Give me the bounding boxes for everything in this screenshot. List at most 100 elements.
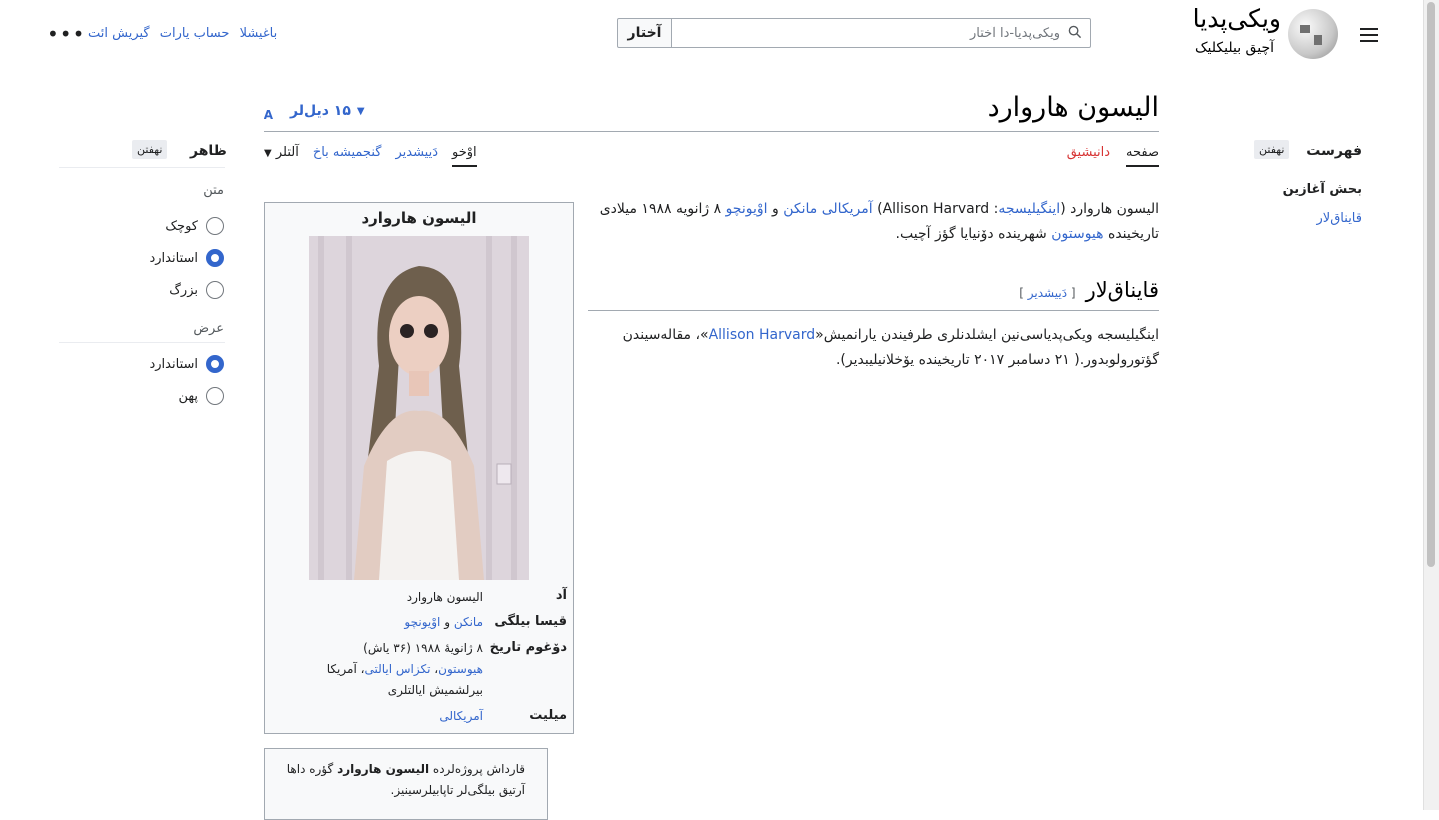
section-heading-references: قایناق‌لار [ دَییشدیر ]: [1019, 278, 1159, 302]
link-houston[interactable]: هیوستون: [1051, 226, 1103, 242]
width-wide[interactable]: پهن: [178, 387, 224, 405]
toc-heading: فهرست: [1306, 143, 1362, 159]
radio-label: استاندارد: [149, 356, 198, 372]
search-form: آختار: [617, 18, 1092, 48]
view-tabs: اوْخو دَییشدیر گنجمیشه باخ آلتلر ▼: [264, 145, 477, 167]
appearance-heading: ظاهر: [190, 143, 227, 159]
language-button[interactable]: ▼ ۱۵ دیل‌لر 文 A: [264, 102, 365, 120]
main-menu-button[interactable]: [1358, 24, 1380, 44]
link-allison-harvard-en[interactable]: Allison Harvard: [709, 327, 816, 343]
text: الیسون هاروارد (: [1060, 201, 1159, 217]
create-account-link[interactable]: حساب یارات: [160, 26, 230, 41]
references-paragraph: اینگیلیسجه ویکی‌پدیاسی‌نین ایشلدنلری طرف…: [584, 323, 1159, 373]
text-size-label: متن: [203, 183, 224, 198]
section-title: قایناق‌لار: [1085, 278, 1159, 302]
personal-tools: باغیشلا حساب یارات گیریش ائت: [82, 26, 277, 41]
search-button[interactable]: آختار: [617, 18, 672, 48]
tab-read[interactable]: اوْخو: [452, 145, 477, 167]
scrollbar-thumb[interactable]: [1427, 2, 1435, 567]
radio-icon[interactable]: [206, 281, 224, 299]
link-model[interactable]: مانکن: [783, 201, 817, 217]
divider: [59, 342, 225, 343]
radio-selected-icon[interactable]: [206, 249, 224, 267]
link-texas[interactable]: تکزاس ایالتی: [364, 662, 430, 676]
translate-icon: 文 A: [264, 102, 274, 120]
text: قارداش پروژه‌لرده: [429, 762, 525, 776]
search-box[interactable]: [671, 18, 1091, 48]
toc-hide-button[interactable]: نهفتن: [1254, 140, 1290, 159]
link-american[interactable]: آمریکالی: [822, 201, 873, 217]
birth-date: ۸ ژانویهٔ ۱۹۸۸ (۳۶ یاش): [363, 641, 483, 655]
link-houston[interactable]: هیوستون: [438, 662, 483, 676]
text: و: [767, 201, 784, 217]
svg-text:A: A: [264, 108, 274, 120]
site-tagline: آچیق بیلیکلیک: [1195, 40, 1274, 56]
chevron-down-icon: ▼: [264, 148, 272, 159]
text-size-large[interactable]: بزرگ: [169, 281, 224, 299]
namespace-tabs: صفحه دانیشیق: [1067, 145, 1159, 167]
infobox-value-short-info: مانکن و اوْیونچو: [404, 612, 483, 633]
text: : Allison Harvard): [872, 201, 999, 217]
infobox-value-name: الیسون هاروارد: [406, 590, 483, 604]
width-standard[interactable]: استاندارد: [149, 355, 224, 373]
hamburger-line: [1360, 28, 1378, 30]
link-model[interactable]: مانکن: [454, 615, 483, 629]
infobox-label-short-info: قیسا بیلگی: [494, 614, 567, 629]
login-link[interactable]: گیریش ائت: [88, 26, 150, 41]
section-edit-link[interactable]: [ دَییشدیر ]: [1019, 286, 1075, 300]
infobox-title: الیسون هاروارد: [361, 209, 477, 227]
link-actor[interactable]: اوْیونچو: [404, 615, 440, 629]
chevron-down-icon: ▼: [356, 105, 365, 117]
radio-selected-icon[interactable]: [206, 355, 224, 373]
language-count: ۱۵ دیل‌لر: [290, 103, 351, 119]
donate-link[interactable]: باغیشلا: [240, 26, 278, 41]
tab-tools[interactable]: آلتلر ▼: [264, 145, 299, 167]
text: اینگیلیسجه ویکی‌پدیاسی‌نین ایشلدنلری طرف…: [815, 327, 1159, 343]
edit-link-text[interactable]: دَییشدیر: [1028, 286, 1067, 300]
text-size-small[interactable]: کوچک: [165, 217, 224, 235]
infobox-label-nationality: میلیت: [529, 708, 567, 723]
tab-talk[interactable]: دانیشیق: [1067, 145, 1110, 167]
intro-paragraph: الیسون هاروارد (اینگیلیسجه: Allison Harv…: [579, 197, 1159, 247]
link-actor[interactable]: اوْیونچو: [726, 201, 768, 217]
tools-label: آلتلر: [275, 145, 299, 160]
radio-icon[interactable]: [206, 387, 224, 405]
tab-article[interactable]: صفحه: [1126, 145, 1159, 167]
text: ، آمریکا: [326, 662, 365, 676]
title-divider: [264, 131, 1159, 132]
link-english[interactable]: اینگیلیسجه: [998, 201, 1060, 217]
radio-label: پهن: [178, 388, 198, 404]
text: شهرینده دۆنیایا گؤز آچیب.: [895, 226, 1052, 242]
infobox-label-birth: دۆغوم تاریخ: [489, 640, 567, 655]
text: و: [440, 615, 454, 629]
infobox: الیسون هاروارد آد الیسون هاروارد قیسا بی…: [264, 202, 574, 734]
hamburger-line: [1360, 34, 1378, 36]
tab-history[interactable]: گنجمیشه باخ: [313, 145, 382, 167]
toc-item-start[interactable]: بحش آغازین: [1283, 182, 1362, 197]
portrait-image[interactable]: [309, 236, 529, 580]
search-input[interactable]: [678, 19, 1062, 47]
radio-label: کوچک: [165, 218, 198, 234]
site-wordmark[interactable]: ویکی‌پدیا: [1193, 4, 1281, 33]
width-label: عرض: [193, 321, 224, 336]
radio-label: استاندارد: [149, 250, 198, 266]
infobox-label-name: آد: [555, 588, 567, 603]
hamburger-line: [1360, 40, 1378, 42]
more-options-icon[interactable]: •••: [47, 22, 85, 46]
toc-item-references[interactable]: قایناق‌لار: [1317, 211, 1362, 226]
sister-project-text: قارداش پروژه‌لرده الیسون هاروارد گؤره دا…: [285, 759, 525, 801]
infobox-value-nationality[interactable]: آمریکالی: [439, 706, 483, 727]
wikipedia-globe-logo[interactable]: [1288, 9, 1338, 59]
page-title: الیسون هاروارد: [987, 92, 1159, 123]
birth-country: بیرلشمیش ایالتلری: [387, 683, 483, 697]
sister-project-box: قارداش پروژه‌لرده الیسون هاروارد گؤره دا…: [264, 748, 548, 820]
tab-edit[interactable]: دَییشدیر: [395, 145, 438, 167]
divider: [59, 167, 225, 168]
radio-label: بزرگ: [169, 282, 198, 298]
text-size-standard[interactable]: استاندارد: [149, 249, 224, 267]
birth-place: هیوستون، تکزاس ایالتی، آمریکا: [326, 662, 483, 676]
radio-icon[interactable]: [206, 217, 224, 235]
page-scrollbar[interactable]: [1423, 0, 1439, 810]
bold-text: الیسون هاروارد: [337, 762, 430, 776]
appearance-hide-button[interactable]: نهفتن: [132, 140, 168, 159]
